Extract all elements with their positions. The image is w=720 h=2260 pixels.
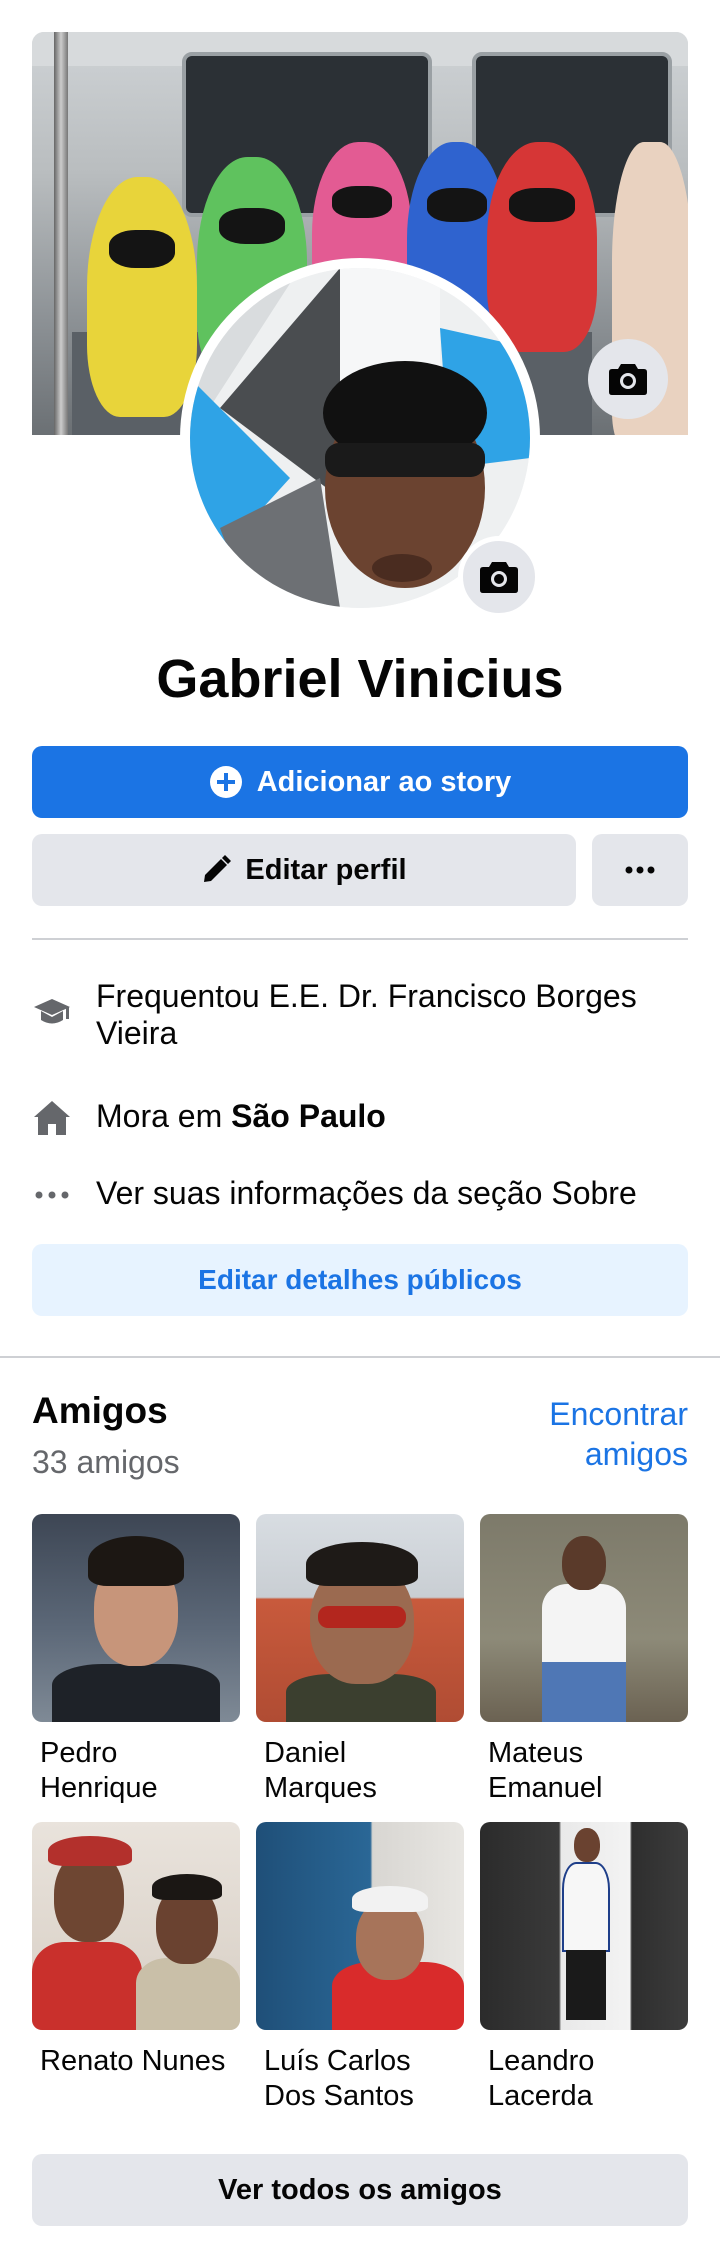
section-separator bbox=[0, 1356, 720, 1358]
add-to-story-label: Adicionar ao story bbox=[256, 765, 512, 798]
friend-name: Pedro Henrique bbox=[40, 1737, 158, 1804]
more-options-button[interactable] bbox=[592, 834, 688, 906]
friend-photo bbox=[480, 1822, 688, 2030]
cover-yellow-ranger bbox=[87, 177, 197, 417]
add-to-story-button[interactable]: Adicionar ao story bbox=[32, 746, 688, 818]
friend-name: Daniel Marques bbox=[264, 1737, 377, 1804]
education-text: Frequentou E.E. Dr. Francisco Borges Vie… bbox=[96, 978, 637, 1051]
friend-card[interactable]: Renato Nunes bbox=[32, 1822, 240, 2079]
friend-photo bbox=[256, 1514, 464, 1722]
house-icon bbox=[32, 1098, 72, 1138]
friends-count: 33 amigos bbox=[32, 1444, 180, 1480]
lives-in-row: Mora em São Paulo bbox=[32, 1098, 688, 1138]
lives-in-prefix: Mora em bbox=[96, 1098, 223, 1134]
edit-profile-picture-button[interactable] bbox=[458, 536, 540, 618]
friend-name: Leandro Lacerda bbox=[488, 2045, 595, 2112]
friend-photo bbox=[32, 1822, 240, 2030]
friends-title: Amigos bbox=[32, 1390, 168, 1431]
friend-card[interactable]: Mateus Emanuel bbox=[480, 1514, 688, 1806]
camera-icon bbox=[480, 562, 518, 593]
friend-card[interactable]: Luís Carlos Dos Santos bbox=[256, 1822, 464, 2114]
ellipsis-icon bbox=[625, 866, 655, 874]
friend-photo bbox=[480, 1514, 688, 1722]
friend-name: Renato Nunes bbox=[40, 2045, 226, 2077]
pencil-icon bbox=[204, 855, 232, 882]
friend-card[interactable]: Daniel Marques bbox=[256, 1514, 464, 1806]
lives-in-text: Mora em São Paulo bbox=[96, 1098, 386, 1135]
education-row: Frequentou E.E. Dr. Francisco Borges Vie… bbox=[32, 978, 688, 1052]
edit-profile-button[interactable]: Editar perfil bbox=[32, 834, 576, 906]
see-all-friends-button[interactable]: Ver todos os amigos bbox=[32, 2154, 688, 2226]
friend-photo bbox=[32, 1514, 240, 1722]
find-friends-link[interactable]: Encontrar amigos bbox=[468, 1394, 688, 1474]
lives-in-city[interactable]: São Paulo bbox=[231, 1098, 386, 1134]
camera-icon bbox=[609, 364, 647, 395]
plus-circle-icon bbox=[209, 766, 242, 798]
about-row[interactable]: Ver suas informações da seção Sobre bbox=[32, 1175, 688, 1215]
friend-name: Mateus Emanuel bbox=[488, 1737, 603, 1804]
friend-photo bbox=[256, 1822, 464, 2030]
friend-name: Luís Carlos Dos Santos bbox=[264, 2045, 414, 2112]
friend-card[interactable]: Pedro Henrique bbox=[32, 1514, 240, 1806]
section-divider bbox=[32, 938, 688, 940]
ellipsis-icon bbox=[32, 1175, 72, 1215]
cover-pole bbox=[54, 32, 68, 435]
friend-card[interactable]: Leandro Lacerda bbox=[480, 1822, 688, 2114]
profile-name: Gabriel Vinicius bbox=[156, 649, 564, 709]
edit-cover-photo-button[interactable] bbox=[588, 339, 668, 419]
about-link-text[interactable]: Ver suas informações da seção Sobre bbox=[96, 1175, 637, 1212]
edit-profile-label: Editar perfil bbox=[245, 853, 407, 886]
graduation-cap-icon bbox=[32, 992, 72, 1032]
edit-public-details-button[interactable]: Editar detalhes públicos bbox=[32, 1244, 688, 1316]
